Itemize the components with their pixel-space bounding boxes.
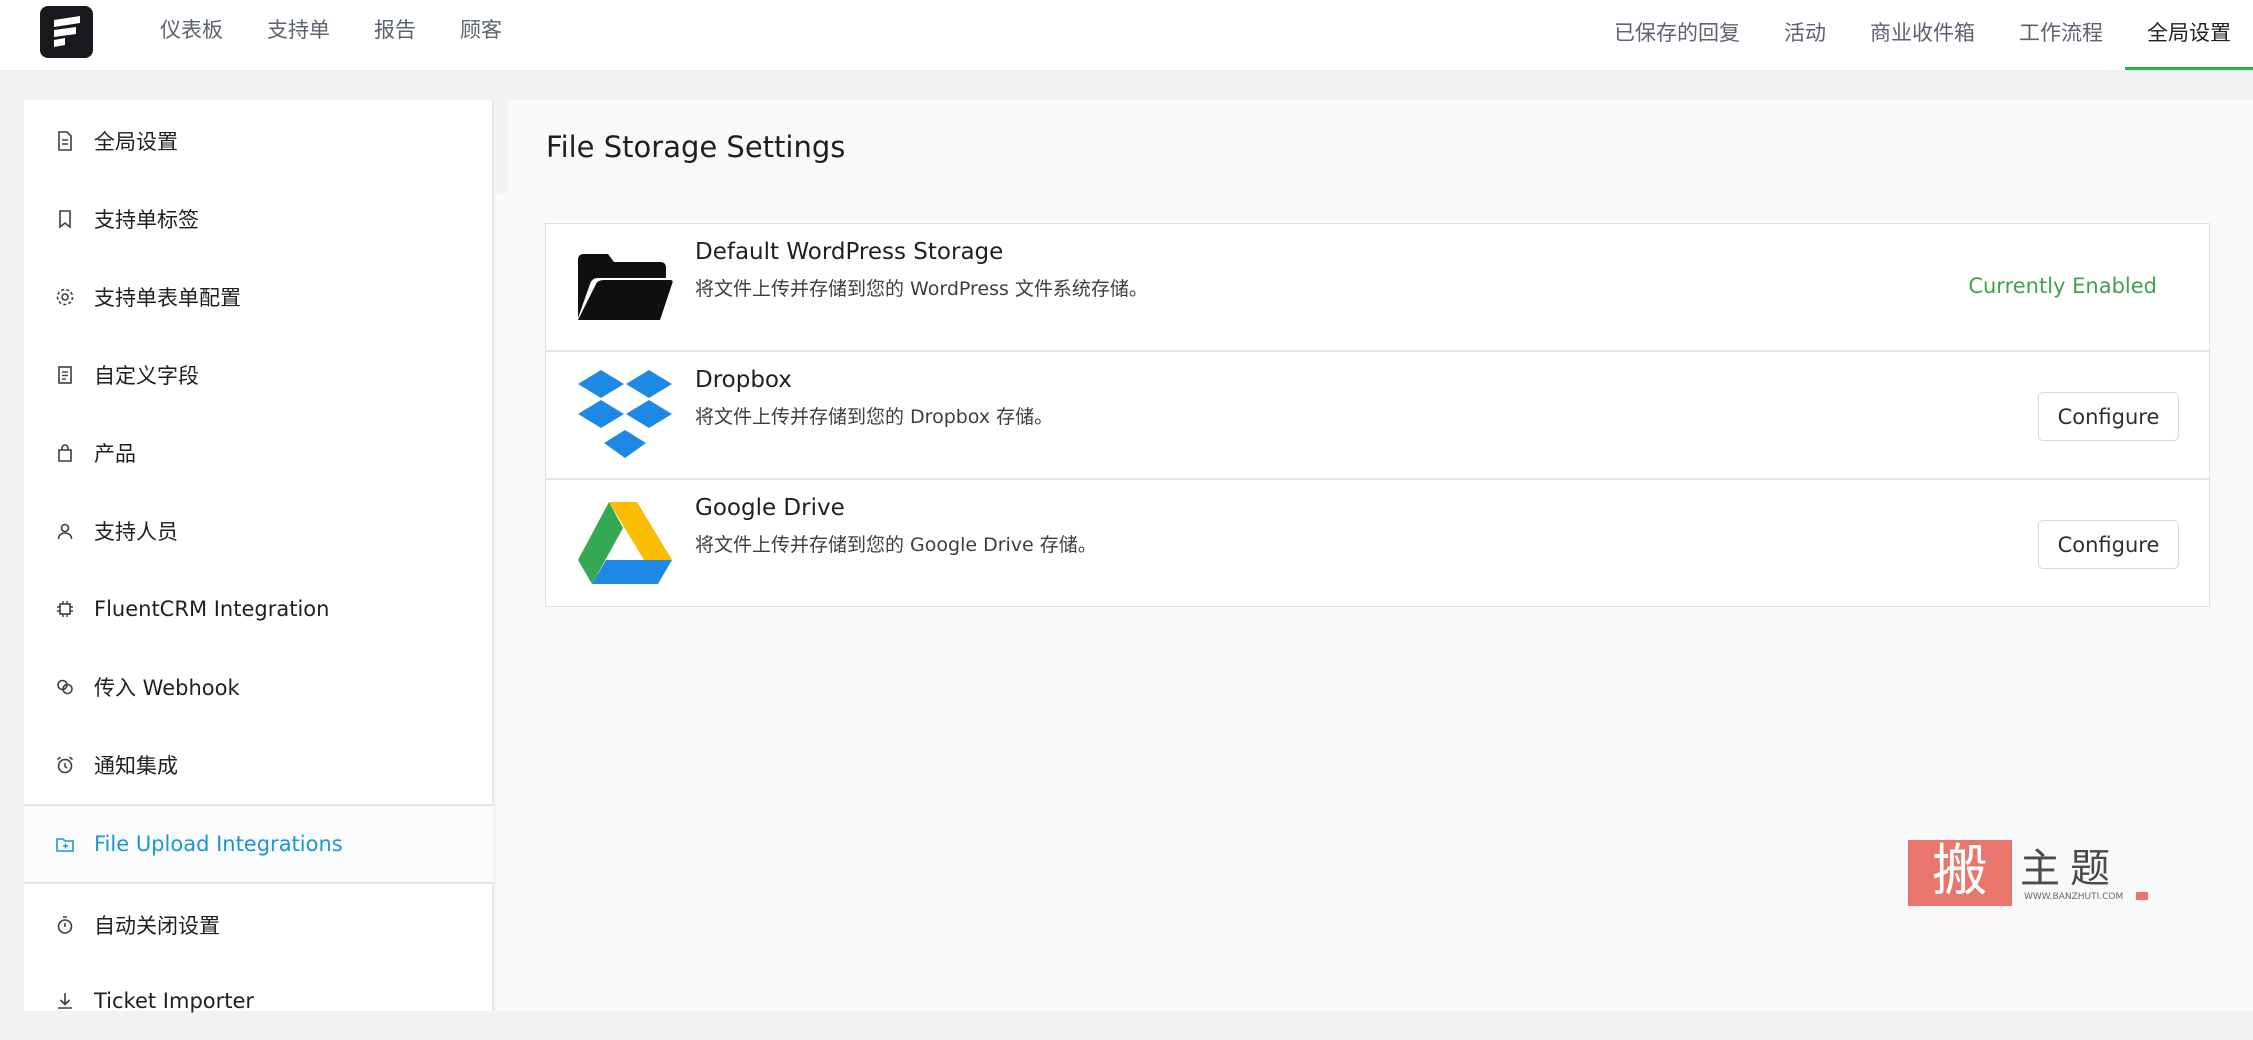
top-navigation: 仪表板 支持单 报告 顾客 已保存的回复 活动 商业收件箱 工作流程 全局设置: [0, 0, 2253, 71]
nav-activities[interactable]: 活动: [1762, 0, 1848, 70]
nav-workflows[interactable]: 工作流程: [1997, 0, 2125, 70]
watermark-mark: [2136, 892, 2148, 900]
sidebar-item-label: 传入 Webhook: [94, 676, 240, 700]
sidebar-item-label: 自动关闭设置: [94, 914, 220, 938]
nav-saved-replies[interactable]: 已保存的回复: [1592, 0, 1762, 70]
sidebar-item-label: 支持单标签: [94, 208, 199, 232]
nav-customers[interactable]: 顾客: [460, 14, 502, 44]
folder-icon: [56, 838, 74, 852]
watermark-seal: 搬: [1908, 840, 2012, 906]
bookmark-icon: [59, 210, 71, 229]
configure-google-drive-button[interactable]: Configure: [2038, 520, 2179, 569]
sidebar-item-file-upload-integrations[interactable]: File Upload Integrations: [24, 804, 494, 884]
sidebar-item-ticket-importer[interactable]: Ticket Importer: [24, 962, 494, 1040]
secondary-nav: 已保存的回复 活动 商业收件箱 工作流程 全局设置: [1592, 0, 2253, 70]
watermark-logo: 搬 主题 WWW.BANZHUTI.COM: [1908, 836, 2148, 908]
folder-icon: [578, 254, 673, 320]
user-icon: [57, 523, 73, 540]
gear-icon: [56, 288, 74, 306]
nav-global-settings[interactable]: 全局设置: [2125, 0, 2253, 70]
watermark-url: WWW.BANZHUTI.COM: [2024, 892, 2124, 902]
sidebar-item-incoming-webhook[interactable]: 传入 Webhook: [24, 648, 494, 726]
document-icon: [58, 131, 72, 151]
storage-provider-card: Google Drive 将文件上传并存储到您的 Google Drive 存储…: [545, 479, 2210, 607]
sidebar-items: 全局设置 支持单标签 支持单表单配置 自定义字段 产品 支持人员 FluentC…: [24, 100, 494, 1013]
alarm-icon: [57, 756, 73, 774]
status-badge: Currently Enabled: [1968, 274, 2157, 298]
sidebar-item-notification-integrations[interactable]: 通知集成: [24, 726, 494, 804]
primary-nav: 仪表板 支持单 报告 顾客: [160, 0, 546, 58]
provider-name: Dropbox: [695, 367, 792, 393]
storage-provider-card: Dropbox 将文件上传并存储到您的 Dropbox 存储。 Configur…: [545, 351, 2210, 479]
nav-business-inbox[interactable]: 商业收件箱: [1848, 0, 1997, 70]
sidebar-item-label: 产品: [94, 442, 136, 466]
logo-icon: [54, 16, 80, 47]
app-logo[interactable]: [40, 6, 93, 58]
bag-icon: [58, 444, 72, 462]
provider-name: Google Drive: [695, 495, 845, 521]
sidebar-item-fluentcrm[interactable]: FluentCRM Integration: [24, 570, 494, 648]
sidebar-item-global-settings[interactable]: 全局设置: [24, 102, 494, 180]
sidebar-item-label: 通知集成: [94, 754, 178, 778]
sidebar-item-label: FluentCRM Integration: [94, 597, 330, 621]
dropbox-icon: [578, 370, 672, 458]
link-icon: [57, 679, 73, 695]
sidebar-item-products[interactable]: 产品: [24, 414, 494, 492]
nav-tickets[interactable]: 支持单: [267, 14, 330, 44]
provider-description: 将文件上传并存储到您的 Dropbox 存储。: [695, 406, 1054, 428]
sidebar-item-custom-fields[interactable]: 自定义字段: [24, 336, 494, 414]
sidebar-item-label: File Upload Integrations: [94, 832, 343, 856]
nav-dashboard[interactable]: 仪表板: [160, 14, 223, 44]
nav-reports[interactable]: 报告: [374, 14, 416, 44]
google-drive-icon: [578, 502, 672, 584]
sidebar-item-support-staff[interactable]: 支持人员: [24, 492, 494, 570]
watermark-text: 主题: [2020, 846, 2120, 892]
download-icon: [58, 993, 72, 1009]
chip-icon: [57, 601, 73, 617]
sidebar-item-label: 全局设置: [94, 130, 178, 154]
sidebar-item-label: 支持单表单配置: [94, 286, 241, 310]
provider-description: 将文件上传并存储到您的 WordPress 文件系统存储。: [695, 278, 1148, 300]
sidebar-item-label: 自定义字段: [94, 364, 199, 388]
page-title: File Storage Settings: [546, 130, 846, 164]
timer-icon: [57, 916, 73, 934]
provider-name: Default WordPress Storage: [695, 239, 1004, 265]
sidebar-item-label: 支持人员: [94, 520, 178, 544]
configure-dropbox-button[interactable]: Configure: [2038, 392, 2179, 441]
sidebar-item-label: Ticket Importer: [94, 989, 255, 1013]
form-icon: [58, 366, 72, 384]
sidebar-item-ticket-tags[interactable]: 支持单标签: [24, 180, 494, 258]
storage-provider-card: Default WordPress Storage 将文件上传并存储到您的 Wo…: [545, 223, 2210, 351]
main-header: File Storage Settings: [508, 100, 2253, 193]
provider-description: 将文件上传并存储到您的 Google Drive 存储。: [695, 534, 1097, 556]
sidebar-item-auto-close-settings[interactable]: 自动关闭设置: [24, 886, 494, 964]
sidebar-item-ticket-form-config[interactable]: 支持单表单配置: [24, 258, 494, 336]
